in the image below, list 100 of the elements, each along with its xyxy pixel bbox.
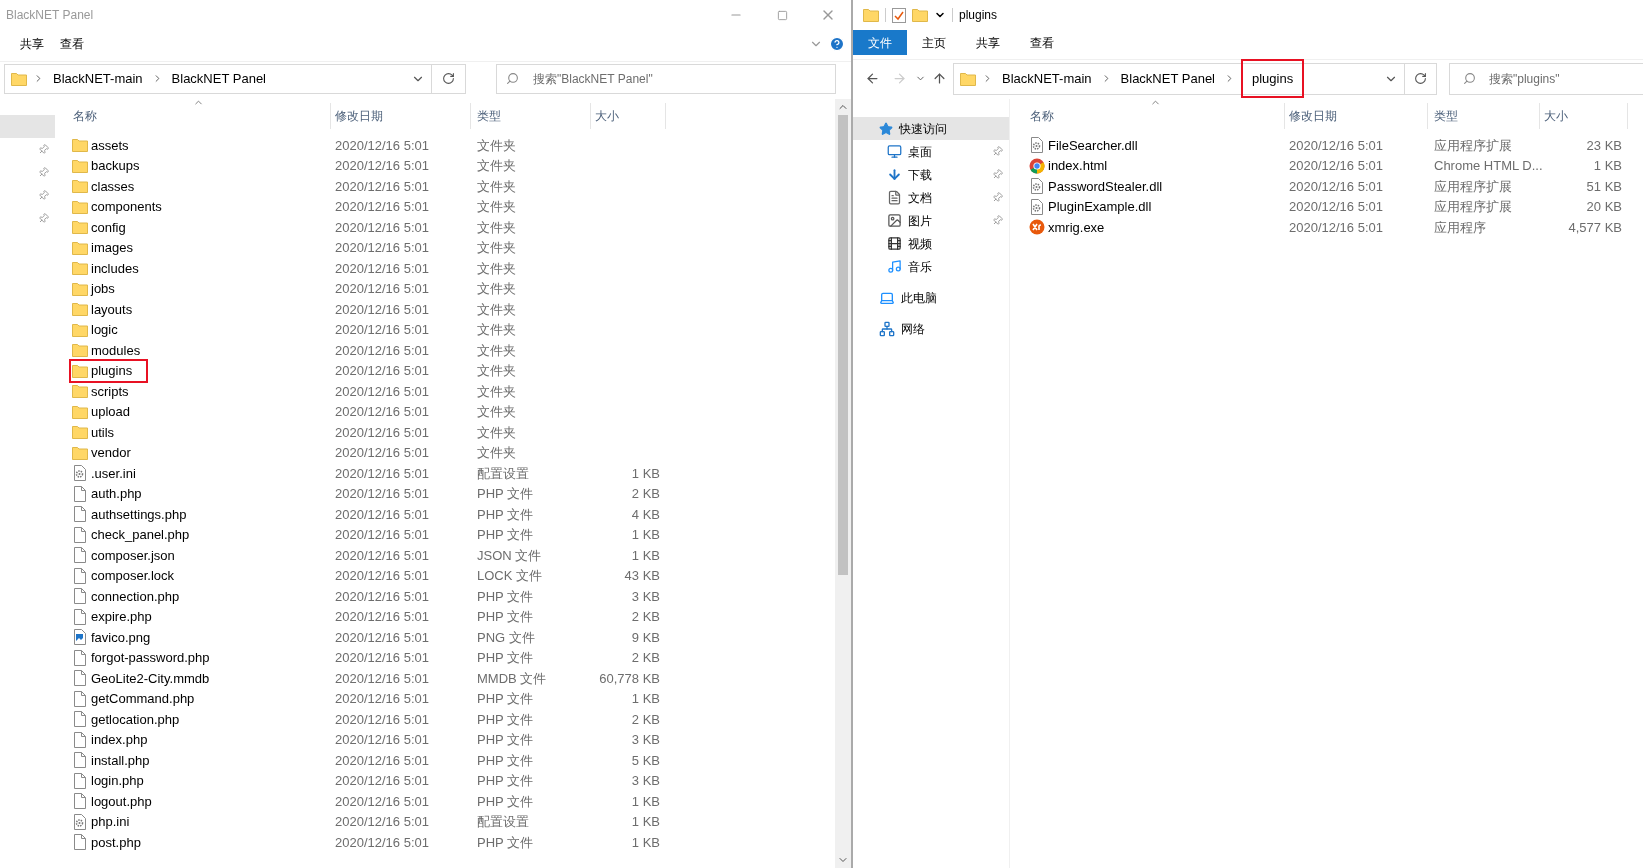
file-name[interactable]: post.php	[91, 832, 141, 852]
file-name[interactable]: backups	[91, 156, 140, 176]
breadcrumb-item[interactable]: BlackNET-main	[999, 68, 1095, 89]
column-header[interactable]: 名称	[69, 103, 331, 129]
ribbon-tab[interactable]: 查看	[52, 31, 92, 56]
file-name[interactable]: vendor	[91, 443, 131, 463]
file-name[interactable]: jobs	[91, 279, 115, 299]
file-name[interactable]: .user.ini	[91, 463, 136, 483]
file-name[interactable]: PluginExample.dll	[1048, 197, 1152, 217]
file-name[interactable]: expire.php	[91, 607, 152, 627]
ribbon-tab[interactable]: 文件	[853, 30, 907, 55]
folder-icon	[11, 71, 27, 86]
nav-item[interactable]: 网络	[853, 317, 1009, 340]
refresh-button[interactable]	[1405, 62, 1437, 95]
file-name[interactable]: FileSearcher.dll	[1048, 135, 1138, 155]
file-name[interactable]: index.html	[1048, 156, 1108, 176]
file-name[interactable]: xmrig.exe	[1048, 217, 1105, 237]
size-cell-text: 2 KB	[630, 608, 661, 626]
file-name[interactable]: composer.lock	[91, 566, 175, 586]
file-name[interactable]: scripts	[91, 381, 129, 401]
nav-item[interactable]: 视频	[853, 232, 1009, 255]
file-name[interactable]: upload	[91, 402, 131, 422]
size-cell-text: 1 KB	[630, 813, 661, 831]
file-name[interactable]: plugins	[91, 361, 133, 381]
breadcrumb-item[interactable]: BlackNET-main	[50, 68, 146, 89]
breadcrumb-item[interactable]: plugins	[1241, 58, 1305, 99]
column-header[interactable]: 大小	[1540, 103, 1628, 129]
column-header[interactable]: 类型	[1428, 103, 1540, 129]
file-name[interactable]: composer.json	[91, 545, 175, 565]
date-cell-text: 2020/12/16 5:01	[334, 772, 430, 790]
scroll-thumb[interactable]	[838, 115, 848, 575]
nav-item[interactable]: 下载	[853, 163, 1009, 186]
type-cell-text: PHP 文件	[476, 587, 535, 606]
file-name[interactable]: components	[91, 197, 162, 217]
file-icon	[72, 834, 88, 851]
type-cell-text: 文件夹	[476, 382, 517, 401]
column-header[interactable]: 大小	[591, 103, 666, 129]
file-name[interactable]: login.php	[91, 771, 144, 791]
film-icon	[887, 236, 902, 251]
help-icon[interactable]	[829, 35, 845, 52]
scrollbar[interactable]	[835, 99, 851, 868]
nav-item[interactable]: 图片	[853, 209, 1009, 232]
file-name[interactable]: favico.png	[91, 627, 151, 647]
file-name[interactable]: utils	[91, 422, 115, 442]
type-cell-text: PHP 文件	[476, 485, 535, 503]
file-name[interactable]: forgot-password.php	[91, 648, 210, 668]
file-name[interactable]: classes	[91, 176, 135, 196]
back-icon[interactable]	[865, 71, 880, 86]
file-name[interactable]: check_panel.php	[91, 525, 190, 545]
nav-item[interactable]: 此电脑	[853, 286, 1009, 309]
file-name[interactable]: PasswordStealer.dll	[1048, 176, 1163, 196]
type-cell-text: PHP 文件	[476, 526, 535, 544]
breadcrumb-item[interactable]: BlackNET Panel	[1117, 68, 1218, 89]
column-header[interactable]: 修改日期	[331, 103, 471, 129]
ribbon-tab[interactable]: 共享	[961, 30, 1015, 55]
file-name[interactable]: images	[91, 238, 133, 258]
file-name[interactable]: logic	[91, 320, 118, 340]
file-name[interactable]: modules	[91, 340, 141, 360]
breadcrumb-item[interactable]: BlackNET Panel	[168, 68, 269, 89]
nav-item[interactable]: 音乐	[853, 255, 1009, 278]
file-name[interactable]: index.php	[91, 730, 148, 750]
arrow-down-icon	[887, 167, 902, 182]
file-name[interactable]: logout.php	[91, 791, 152, 811]
file-name[interactable]: config	[91, 217, 126, 237]
nav-item[interactable]: 桌面	[853, 140, 1009, 163]
search-field[interactable]: 搜索"plugins"	[1449, 62, 1643, 95]
forward-icon[interactable]	[892, 71, 907, 86]
address-bar[interactable]: BlackNET-main BlackNET Panel plugins	[953, 62, 1405, 95]
nav-item[interactable]: 快速访问	[853, 117, 1009, 140]
column-header[interactable]: 类型	[471, 103, 591, 129]
nav-item[interactable]: 文档	[853, 186, 1009, 209]
refresh-icon	[1414, 72, 1427, 85]
file-name[interactable]: layouts	[91, 299, 133, 319]
size-cell-text: 2 KB	[630, 485, 661, 503]
file-name[interactable]: includes	[91, 258, 139, 278]
column-header[interactable]: 修改日期	[1285, 103, 1428, 129]
address-bar[interactable]: BlackNET-main BlackNET Panel	[4, 63, 432, 94]
ribbon-tab[interactable]: 查看	[1015, 30, 1069, 55]
folder-icon	[72, 138, 88, 153]
file-name[interactable]: assets	[91, 135, 129, 155]
file-name[interactable]: install.php	[91, 750, 150, 770]
file-name[interactable]: GeoLite2-City.mmdb	[91, 668, 210, 688]
program-logo-icon	[1029, 219, 1045, 236]
ribbon-tab[interactable]: 共享	[12, 31, 52, 56]
checklist-icon[interactable]	[892, 7, 906, 23]
file-name[interactable]: connection.php	[91, 586, 180, 606]
search-field[interactable]: 搜索"BlackNET Panel"	[496, 63, 836, 94]
file-name[interactable]: php.ini	[91, 812, 130, 832]
ribbon-tab[interactable]: 主页	[907, 30, 961, 55]
file-name[interactable]: authsettings.php	[91, 504, 187, 524]
file-name[interactable]: auth.php	[91, 484, 142, 504]
type-cell-text: 配置设置	[476, 813, 530, 831]
column-header[interactable]: 名称	[1026, 103, 1285, 129]
date-cell-text: 2020/12/16 5:01	[334, 710, 430, 729]
star-icon	[879, 121, 893, 136]
file-name[interactable]: getlocation.php	[91, 709, 180, 729]
date-cell-text: 2020/12/16 5:01	[334, 157, 430, 175]
up-icon[interactable]	[932, 71, 947, 86]
file-name[interactable]: getCommand.php	[91, 689, 195, 709]
refresh-button[interactable]	[432, 63, 466, 94]
